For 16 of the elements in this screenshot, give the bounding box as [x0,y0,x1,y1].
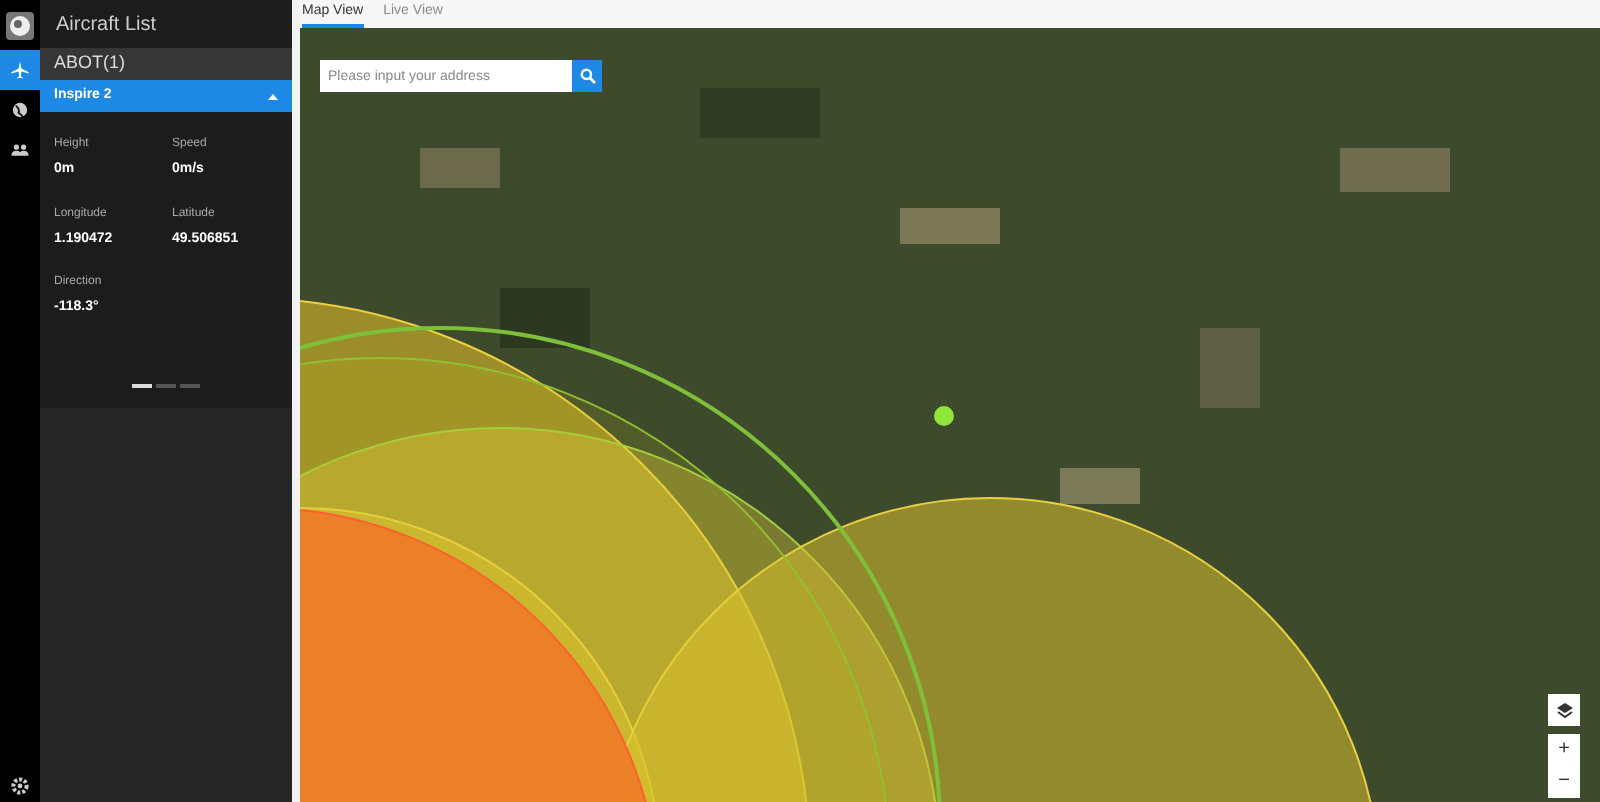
page-indicator[interactable] [132,383,152,387]
aircraft-marker-icon[interactable] [934,406,954,426]
caret-icon [268,93,278,99]
layers-icon [1555,701,1573,719]
people-icon [10,140,30,160]
group-row[interactable]: ABOT(1) [40,48,292,80]
logo-icon [6,12,34,40]
plane-icon [10,60,30,80]
globe-icon [10,100,30,120]
settings-icon[interactable] [10,776,30,796]
search-button[interactable] [572,60,602,92]
layers-button[interactable] [1548,694,1580,726]
search-icon [579,68,595,84]
zoom-out-button[interactable]: − [1548,766,1580,798]
zoom-in-button[interactable]: + [1548,734,1580,766]
panel-title: Aircraft List [54,11,159,39]
